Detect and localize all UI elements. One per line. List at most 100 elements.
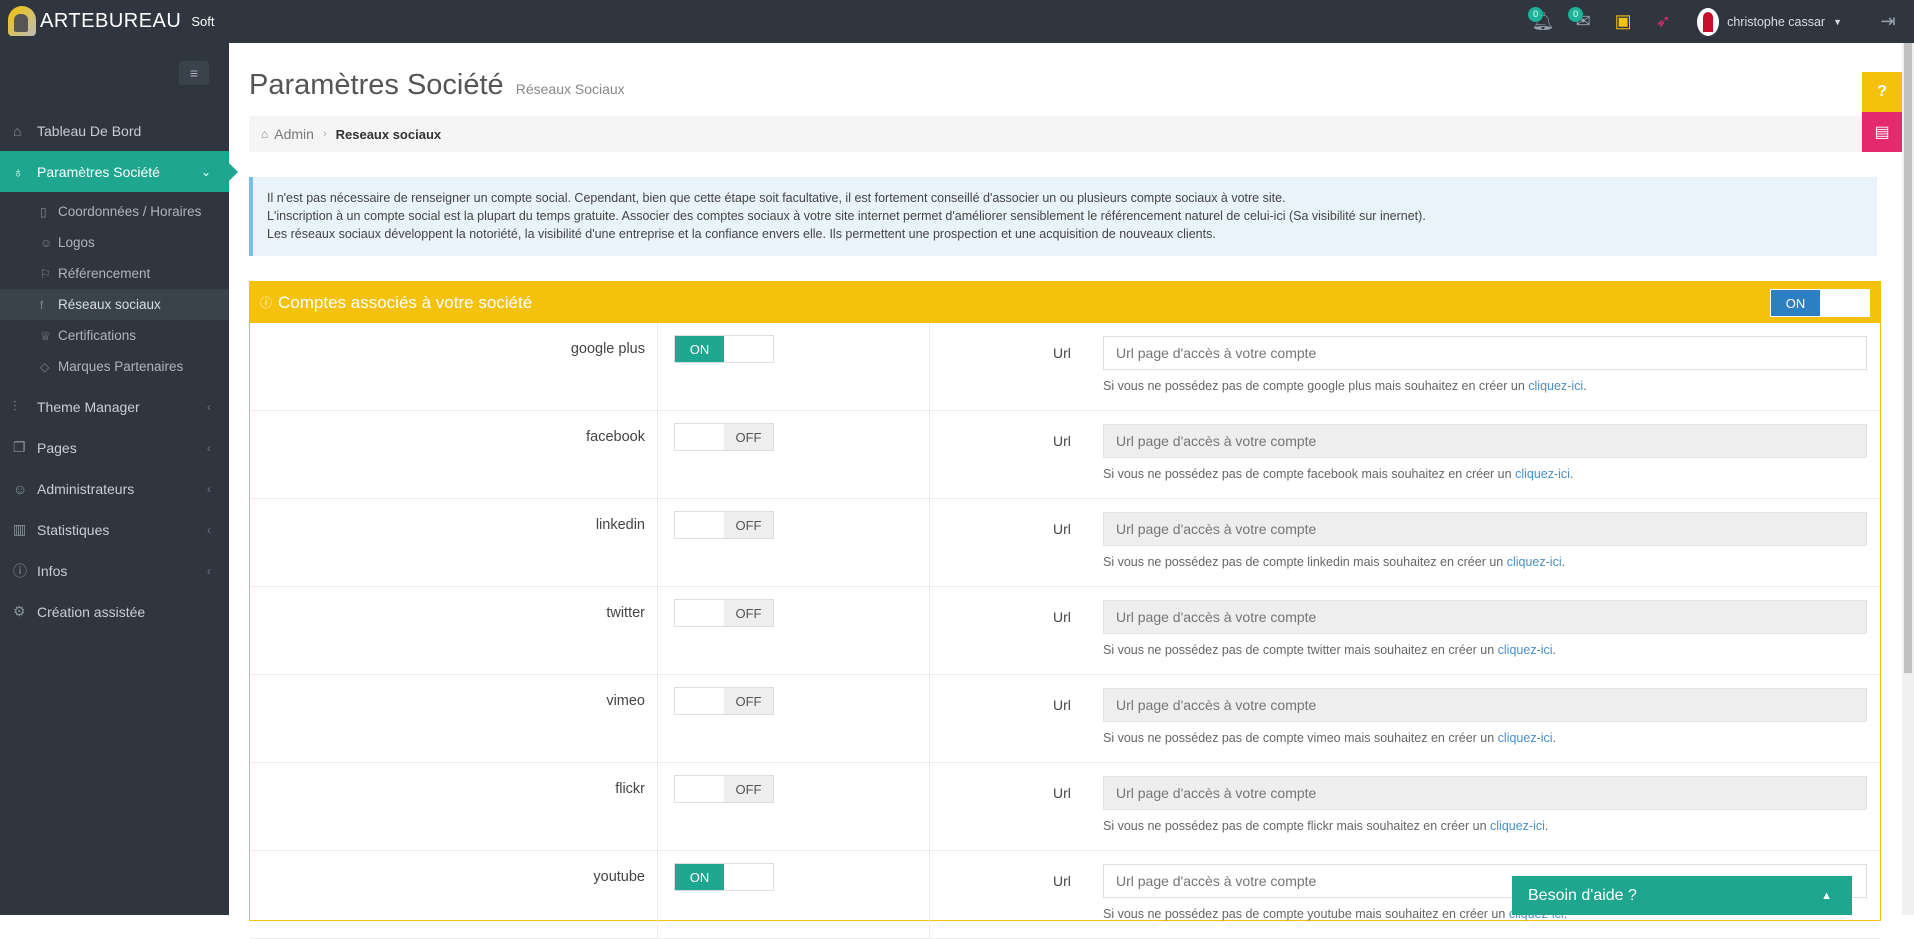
sidebar-subitem-referencement[interactable]: ⚐ Référencement xyxy=(0,258,229,289)
images-button[interactable]: ▣ xyxy=(1603,0,1643,43)
sidebar-item-administrateurs[interactable]: ☺ Administrateurs ‹ xyxy=(0,468,229,509)
sidebar-subitem-certifications[interactable]: ♕ Certifications xyxy=(0,320,229,351)
create-account-link[interactable]: cliquez-ici xyxy=(1498,643,1553,657)
brand-soft: Soft xyxy=(191,13,215,29)
sidebar-item-parametres-societe[interactable]: ♁ Paramètres Société ⌄ xyxy=(0,151,238,192)
sidebar-subitem-reseaux-sociaux[interactable]: f Réseaux sociaux xyxy=(0,289,229,320)
sidebar-item-pages[interactable]: ❐ Pages ‹ xyxy=(0,427,229,468)
messages-button[interactable]: 0 ✉ xyxy=(1563,0,1603,43)
url-input[interactable] xyxy=(1103,776,1867,810)
column-divider xyxy=(657,851,658,939)
users-icon: ☺ xyxy=(40,235,53,250)
sidebar-subitem-coordonnees[interactable]: ▯ Coordonnées / Horaires xyxy=(0,196,229,227)
create-account-link[interactable]: cliquez-ici xyxy=(1498,731,1553,745)
toggle-on-label: ON xyxy=(1771,290,1820,316)
social-toggle[interactable]: OFF xyxy=(674,775,774,803)
sidebar-subitem-logos[interactable]: ☺ Logos xyxy=(0,227,229,258)
logo[interactable]: ARTEBUREAU Soft xyxy=(8,4,214,38)
panel-header: ⓘ Comptes associés à votre société ON xyxy=(250,282,1880,323)
toggle-knob xyxy=(1820,290,1869,316)
toggle-state-label: OFF xyxy=(724,424,773,450)
toggle-knob xyxy=(724,336,773,362)
logo-helmet-icon xyxy=(8,6,36,36)
sidebar-subitem-marques-partenaires[interactable]: ◇ Marques Partenaires xyxy=(0,351,229,382)
social-toggle[interactable]: ON xyxy=(674,863,774,891)
help-widget[interactable]: Besoin d'aide ? ▲ xyxy=(1512,876,1852,915)
sidebar-item-label: Infos xyxy=(37,562,68,579)
sidebar-item-label: Theme Manager xyxy=(37,398,140,415)
column-divider xyxy=(657,763,658,851)
user-name: christophe cassar xyxy=(1727,14,1826,29)
sidebar-subitem-label: Référencement xyxy=(58,266,151,281)
sidebar-item-label: Statistiques xyxy=(37,521,110,538)
breadcrumb-current: Reseaux sociaux xyxy=(335,126,442,142)
url-label: Url xyxy=(1053,433,1071,449)
info-line: Les réseaux sociaux développent la notor… xyxy=(267,227,1216,241)
url-label: Url xyxy=(1053,873,1071,889)
sidebar-item-creation-assistee[interactable]: ⚙ Création assistée xyxy=(0,591,229,632)
help-text: Si vous ne possédez pas de compte vimeo … xyxy=(1103,731,1556,745)
scrollbar-thumb[interactable] xyxy=(1904,43,1912,673)
home-icon: ⌂ xyxy=(261,127,269,141)
column-divider xyxy=(657,411,658,499)
info-icon: ⓘ xyxy=(13,562,27,579)
social-row: google plus ON Url Si vous ne possédez pas … xyxy=(250,323,1880,411)
sidebar-item-theme-manager[interactable]: ⫶ Theme Manager ‹ xyxy=(0,386,229,427)
sidebar-toggle-button[interactable]: ≡ xyxy=(179,61,209,85)
help-text-period: . xyxy=(1552,643,1557,657)
social-toggle[interactable]: OFF xyxy=(674,423,774,451)
avatar xyxy=(1697,7,1720,36)
column-divider xyxy=(929,411,930,499)
page-title-text: Paramètres Société xyxy=(249,69,504,101)
social-network-name: linkedin xyxy=(595,517,645,533)
social-network-name: vimeo xyxy=(606,693,645,709)
toggle-state-label: ON xyxy=(675,336,724,362)
help-text-body: Si vous ne possédez pas de compte twitte… xyxy=(1103,643,1498,657)
create-account-link[interactable]: cliquez-ici xyxy=(1507,555,1562,569)
social-toggle[interactable]: OFF xyxy=(674,687,774,715)
help-text-body: Si vous ne possédez pas de compte linked… xyxy=(1103,555,1507,569)
social-rows: google plus ON Url Si vous ne possédez pas … xyxy=(250,323,1880,939)
toggle-state-label: OFF xyxy=(724,776,773,802)
social-toggle[interactable]: OFF xyxy=(674,511,774,539)
toggle-state-label: OFF xyxy=(724,512,773,538)
toggle-knob xyxy=(675,688,724,714)
social-accounts-panel: ⓘ Comptes associés à votre société ON go… xyxy=(249,281,1881,939)
sidebar-item-tableau-de-bord[interactable]: ⌂ Tableau De Bord xyxy=(0,110,229,151)
launch-button[interactable]: ➶ xyxy=(1643,0,1683,43)
documentation-button[interactable]: ▤ xyxy=(1862,112,1902,152)
breadcrumb-admin-link[interactable]: Admin xyxy=(274,126,314,142)
logout-button[interactable]: ⇥ xyxy=(1862,0,1914,43)
user-icon: ☺ xyxy=(13,480,28,497)
user-menu[interactable]: christophe cassar ▼ xyxy=(1683,0,1862,43)
help-text-period: . xyxy=(1569,467,1574,481)
brand-name: ARTEBUREAU xyxy=(40,9,182,32)
url-input[interactable] xyxy=(1103,512,1867,546)
book-icon: ▤ xyxy=(1874,124,1890,141)
help-question-button[interactable]: ? xyxy=(1862,72,1902,112)
sidebar-nav: ⌂ Tableau De Bord ♁ Paramètres Société ⌄… xyxy=(0,110,238,632)
social-row: flickr OFF Url Si vous ne possédez pas de c… xyxy=(250,763,1880,851)
bar-chart-icon: ▥ xyxy=(13,521,27,537)
panel-master-toggle[interactable]: ON xyxy=(1770,289,1870,317)
column-divider xyxy=(929,499,930,587)
url-input[interactable] xyxy=(1103,424,1867,458)
sidebar-item-label: Pages xyxy=(37,439,77,456)
page-scrollbar[interactable] xyxy=(1902,43,1914,915)
create-account-link[interactable]: cliquez-ici xyxy=(1490,819,1545,833)
url-input[interactable] xyxy=(1103,336,1867,370)
url-input[interactable] xyxy=(1103,688,1867,722)
sidebar-item-infos[interactable]: ⓘ Infos ‹ xyxy=(0,550,229,591)
toggle-state-label: ON xyxy=(675,864,724,890)
social-toggle[interactable]: OFF xyxy=(674,599,774,627)
notifications-button[interactable]: 0 🔔︎ xyxy=(1523,0,1563,43)
toggle-knob xyxy=(675,424,724,450)
page-subtitle: Réseaux Sociaux xyxy=(515,81,625,97)
sidebar-item-statistiques[interactable]: ▥ Statistiques ‹ xyxy=(0,509,229,550)
help-text-body: Si vous ne possédez pas de compte vimeo … xyxy=(1103,731,1498,745)
url-input[interactable] xyxy=(1103,600,1867,634)
help-text: Si vous ne possédez pas de compte facebo… xyxy=(1103,467,1573,481)
social-toggle[interactable]: ON xyxy=(674,335,774,363)
create-account-link[interactable]: cliquez-ici xyxy=(1528,379,1583,393)
create-account-link[interactable]: cliquez-ici xyxy=(1515,467,1570,481)
